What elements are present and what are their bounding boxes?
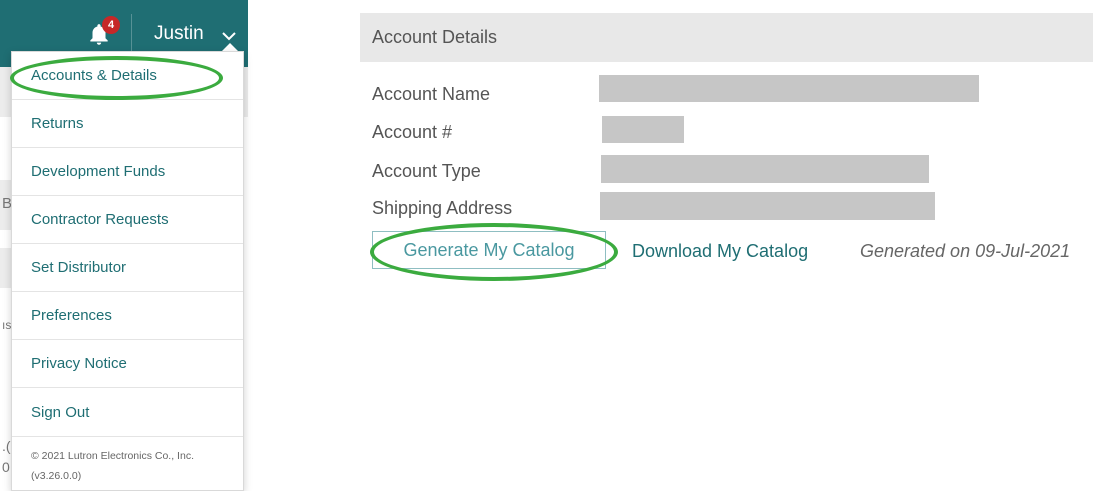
redacted-value xyxy=(600,192,935,220)
background-text-fragment: .( xyxy=(2,438,11,454)
user-dropdown-menu: Accounts & Details Returns Development F… xyxy=(11,51,244,491)
menu-item-contractor-requests[interactable]: Contractor Requests xyxy=(12,196,243,244)
user-menu-toggle[interactable]: Justin xyxy=(154,23,204,45)
account-type-label: Account Type xyxy=(372,161,481,181)
divider xyxy=(131,14,132,54)
redacted-value xyxy=(601,155,929,183)
menu-caret xyxy=(222,43,238,51)
account-name-label: Account Name xyxy=(372,84,491,104)
shipping-address-label: Shipping Address xyxy=(372,198,513,218)
menu-item-returns[interactable]: Returns xyxy=(12,100,243,148)
download-catalog-link[interactable]: Download My Catalog xyxy=(632,241,808,262)
version-text: (v3.26.0.0) xyxy=(31,470,82,482)
menu-footer: © 2021 Lutron Electronics Co., Inc. (v3.… xyxy=(31,446,194,486)
notification-badge: 4 xyxy=(102,16,120,34)
page-title: Account Details xyxy=(372,27,498,47)
menu-item-privacy-notice[interactable]: Privacy Notice xyxy=(12,340,243,388)
menu-item-accounts-details[interactable]: Accounts & Details xyxy=(12,52,243,100)
generated-date-text: Generated on 09-Jul-2021 xyxy=(860,241,1071,261)
menu-item-set-distributor[interactable]: Set Distributor xyxy=(12,244,243,292)
menu-item-development-funds[interactable]: Development Funds xyxy=(12,148,243,196)
account-details-header: Account Details xyxy=(360,13,1093,62)
background-text-fragment: ıs xyxy=(2,318,12,332)
copyright-text: © 2021 Lutron Electronics Co., Inc. xyxy=(31,450,194,462)
account-number-label: Account # xyxy=(372,122,453,142)
menu-item-sign-out[interactable]: Sign Out xyxy=(12,389,243,437)
redacted-value xyxy=(599,75,979,102)
menu-item-preferences[interactable]: Preferences xyxy=(12,292,243,340)
background-text-fragment: 0 xyxy=(2,459,10,475)
generate-catalog-button[interactable]: Generate My Catalog xyxy=(372,231,606,269)
redacted-value xyxy=(602,116,684,143)
chevron-down-icon[interactable] xyxy=(221,30,237,42)
